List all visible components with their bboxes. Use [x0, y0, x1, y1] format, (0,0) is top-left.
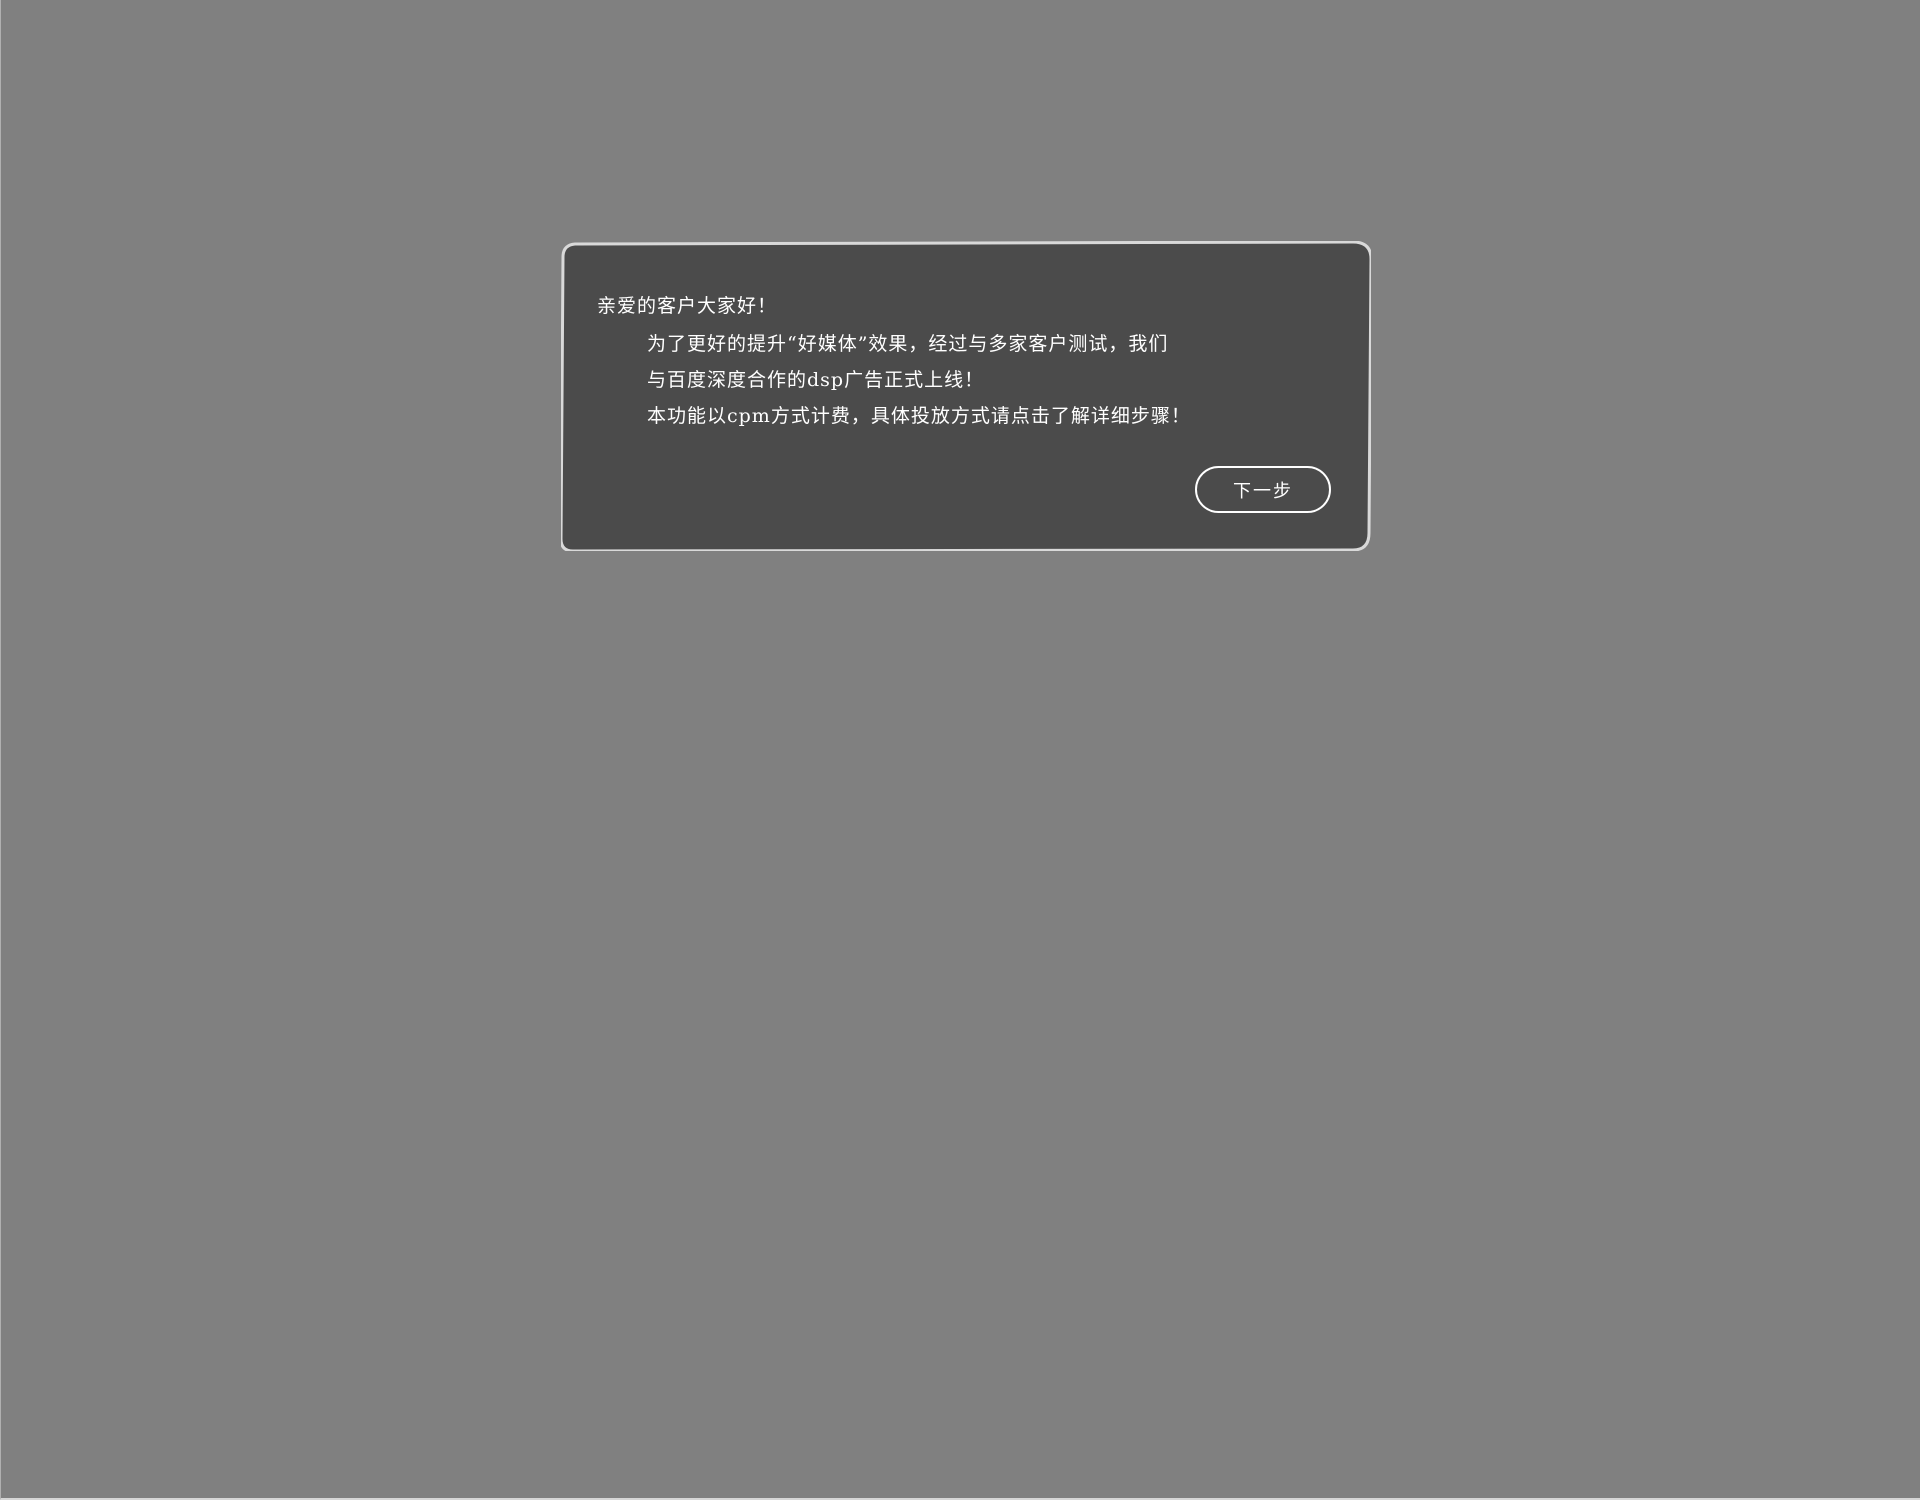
dialog-message-line: 与百度深度合作的dsp广告正式上线！ — [647, 369, 985, 391]
dialog-message-line: 为了更好的提升“好媒体”效果，经过与多家客户测试，我们 — [647, 333, 1169, 355]
page-background — [0, 0, 1920, 1500]
dialog-greeting: 亲爱的客户大家好！ — [597, 295, 778, 317]
next-step-button[interactable]: 下一步 — [1195, 466, 1331, 513]
notice-dialog: 亲爱的客户大家好！ 为了更好的提升“好媒体”效果，经过与多家客户测试，我们 与百… — [561, 241, 1371, 551]
dialog-message-line: 本功能以cpm方式计费，具体投放方式请点击了解详细步骤！ — [647, 405, 1191, 427]
